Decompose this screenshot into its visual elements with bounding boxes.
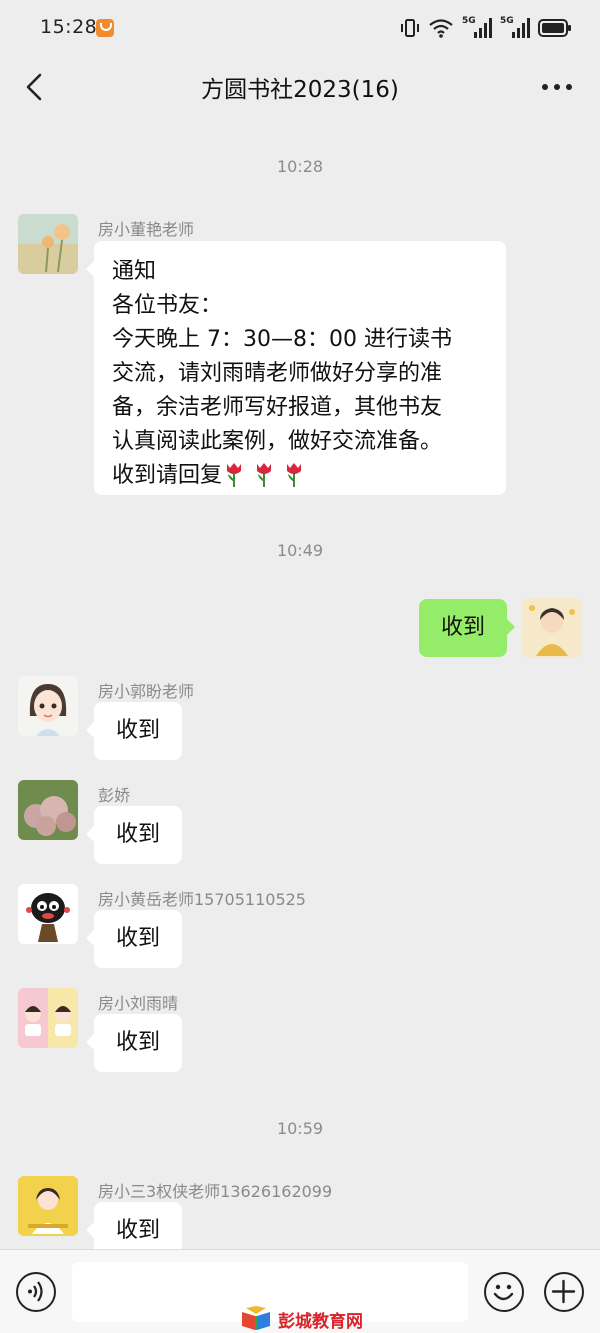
message-line-with-emoji: 收到请回复 <box>112 459 488 493</box>
message-line: 交流，请刘雨晴老师做好分享的准 <box>112 361 443 386</box>
message-text: 收到 <box>115 926 160 951</box>
sender-name: 房小三3权侠老师13626162099 <box>98 1182 333 1201</box>
signal-icon <box>512 18 530 38</box>
my-message-bubble[interactable]: 收到 <box>419 599 515 657</box>
chat-header: 方圆书社2023(16) <box>0 56 600 118</box>
battery-icon <box>538 19 571 37</box>
message-bubble[interactable]: 通知 各位书友： 今天晚上 7：30—8：00 进行读书 交流，请刘雨晴老师做好… <box>86 241 506 495</box>
avatar[interactable] <box>18 676 78 736</box>
avatar-two-kids-image <box>18 988 78 1048</box>
status-icons: 5G 5G <box>400 15 572 41</box>
avatar-flowers-image <box>18 780 78 840</box>
my-avatar[interactable] <box>522 598 582 658</box>
emoji-icon <box>493 1284 514 1301</box>
emoji-button[interactable] <box>484 1272 524 1312</box>
sender-name: 房小郭盼老师 <box>98 682 195 701</box>
message-bubble[interactable]: 收到 <box>86 1014 182 1072</box>
avatar-flowers-image <box>18 214 78 274</box>
message-text: 收到 <box>115 1030 160 1055</box>
signal-1: 5G <box>462 16 492 40</box>
timestamp: 10:28 <box>276 157 324 176</box>
voice-icon <box>28 1281 43 1302</box>
timestamp: 10:59 <box>276 1119 324 1138</box>
watermark-logo-icon <box>242 1306 270 1330</box>
tulip-emoji-icon <box>287 463 302 487</box>
sender-name: 房小董艳老师 <box>98 220 195 239</box>
avatar-cartoon-girl-image <box>18 676 78 736</box>
message-bubble[interactable]: 收到 <box>86 702 182 760</box>
message-line: 今天晚上 7：30—8：00 进行读书 <box>112 327 452 352</box>
message-line: 收到请回复 <box>112 463 223 488</box>
plus-icon <box>551 1279 576 1304</box>
message-line: 认真阅读此案例，做好交流准备。 <box>112 429 443 454</box>
message-bubble[interactable]: 收到 <box>86 806 182 864</box>
avatar[interactable] <box>18 214 78 274</box>
timestamp: 10:49 <box>276 541 324 560</box>
message-line: 通知 <box>112 259 157 284</box>
plus-button[interactable] <box>544 1272 584 1312</box>
sender-name: 彭娇 <box>98 786 131 805</box>
tulip-emoji-icon <box>227 463 242 487</box>
avatar[interactable] <box>18 884 78 944</box>
message-line: 备，余洁老师写好报道，其他书友 <box>112 395 443 420</box>
avatar-yellow-girl-image <box>18 1176 78 1236</box>
avatar-girl-image <box>522 598 582 658</box>
tulip-emoji-icon <box>257 463 272 487</box>
message-text: 收到 <box>115 718 160 743</box>
signal-icon <box>474 18 492 38</box>
app-notification-icon <box>96 19 114 37</box>
more-dots-icon[interactable] <box>540 74 574 100</box>
watermark: 彭城教育网 <box>240 1306 363 1332</box>
avatar[interactable] <box>18 988 78 1048</box>
message-text: 收到 <box>115 822 160 847</box>
watermark-text: 彭城教育网 <box>278 1311 363 1332</box>
voice-button[interactable] <box>16 1272 56 1312</box>
signal-2: 5G <box>500 16 530 40</box>
avatar[interactable] <box>18 1176 78 1236</box>
chat-title: 方圆书社2023(16) <box>201 77 399 103</box>
avatar[interactable] <box>18 780 78 840</box>
wifi-icon <box>429 19 453 38</box>
message-bubble[interactable]: 收到 <box>86 910 182 968</box>
sender-name: 房小黄岳老师15705110525 <box>98 890 306 909</box>
vibrate-icon <box>401 19 419 37</box>
message-line: 各位书友： <box>112 293 223 318</box>
message-text: 收到 <box>115 1218 160 1243</box>
status-time: 15:28 <box>40 16 98 38</box>
sender-name: 房小刘雨晴 <box>98 994 179 1013</box>
status-bar: 15:28 5G 5G <box>0 0 600 56</box>
message-text: 收到 <box>440 615 485 640</box>
avatar-cartoon-character-image <box>18 884 78 944</box>
